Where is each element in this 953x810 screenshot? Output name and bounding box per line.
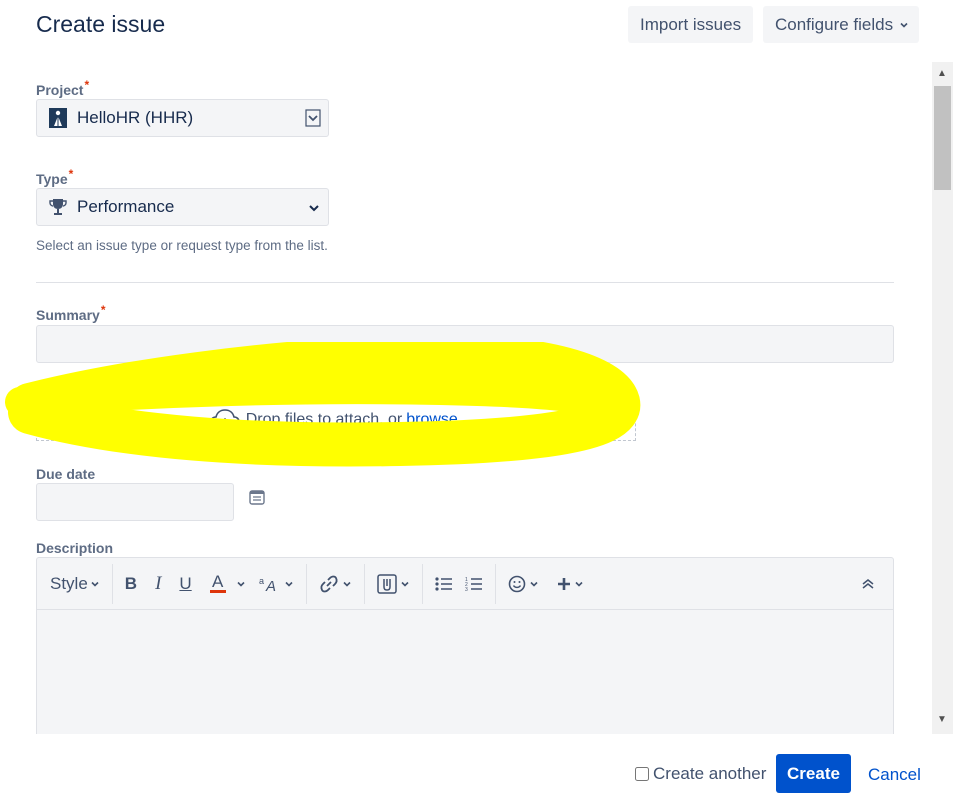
chevron-down-icon xyxy=(307,200,321,220)
italic-button[interactable]: I xyxy=(143,566,173,602)
description-editor[interactable]: Style B I U A a A 1 2 3 xyxy=(36,557,894,734)
summary-label-text: Summary xyxy=(36,307,100,323)
insert-more-button[interactable] xyxy=(545,566,590,602)
svg-text:3: 3 xyxy=(465,587,468,592)
type-help-text: Select an issue type or request type fro… xyxy=(36,238,328,253)
editor-toolbar: Style B I U A a A 1 2 3 xyxy=(37,558,893,610)
toolbar-separator xyxy=(111,563,113,604)
text-style-dropdown[interactable]: Style xyxy=(37,566,106,602)
chevron-down-icon xyxy=(574,579,584,589)
emoji-button[interactable] xyxy=(502,566,545,602)
vertical-scrollbar[interactable]: ▲ ▼ xyxy=(932,62,953,734)
attachment-label: Attachment xyxy=(36,377,114,393)
toolbar-separator xyxy=(305,563,307,604)
text-effects-button[interactable]: a A xyxy=(252,566,300,602)
type-label-text: Type xyxy=(36,171,68,187)
select-caret-icon xyxy=(305,109,321,132)
project-select[interactable]: HelloHR (HHR) xyxy=(36,99,329,137)
required-marker: * xyxy=(100,303,106,317)
scrollbar-thumb[interactable] xyxy=(934,86,951,190)
bullet-list-button[interactable] xyxy=(429,566,459,602)
description-text-area[interactable] xyxy=(37,610,893,734)
underline-button[interactable]: U xyxy=(173,566,197,602)
numbered-list-icon: 1 2 3 xyxy=(465,576,483,592)
form-scroll-area[interactable]: Project* HelloHR (HHR) Type* Performance… xyxy=(0,62,930,734)
chevron-down-icon xyxy=(400,579,410,589)
style-label: Style xyxy=(50,573,88,593)
project-label-text: Project xyxy=(36,82,84,98)
description-label: Description xyxy=(36,540,114,556)
required-marker: * xyxy=(84,78,90,92)
attachment-toolbar-button[interactable] xyxy=(371,566,416,602)
svg-text:a: a xyxy=(259,576,264,586)
configure-fields-label: Configure fields xyxy=(775,14,894,34)
type-select[interactable]: Performance xyxy=(36,188,329,226)
chevrons-up-icon xyxy=(861,578,875,590)
calendar-icon[interactable] xyxy=(248,488,266,511)
scroll-up-icon[interactable]: ▲ xyxy=(937,68,947,79)
cloud-upload-icon xyxy=(209,408,240,432)
trophy-icon xyxy=(49,197,67,217)
chevron-down-icon xyxy=(90,579,100,589)
chevron-down-icon xyxy=(236,579,246,589)
text-color-icon: A xyxy=(209,572,226,593)
chevron-down-icon xyxy=(899,15,909,35)
dialog-title: Create issue xyxy=(36,11,166,37)
svg-text:A: A xyxy=(265,578,276,593)
required-marker: * xyxy=(68,167,74,181)
create-another-option[interactable]: Create another xyxy=(635,764,766,784)
dropzone-text: Drop files to attach, or xyxy=(245,411,403,428)
configure-fields-button[interactable]: Configure fields xyxy=(763,6,920,43)
collapse-toolbar-button[interactable] xyxy=(855,566,881,602)
text-effects-icon: a A xyxy=(258,575,282,593)
browse-link[interactable]: browse. xyxy=(406,411,462,429)
section-divider xyxy=(36,282,894,283)
attachment-dropzone[interactable]: Drop files to attach, or browse. xyxy=(36,399,636,441)
scroll-down-icon[interactable]: ▼ xyxy=(937,714,947,725)
type-value: Performance xyxy=(77,197,175,216)
project-value: HelloHR (HHR) xyxy=(77,108,194,127)
plus-icon xyxy=(557,577,571,591)
project-avatar-icon xyxy=(49,108,67,128)
chevron-down-icon xyxy=(342,579,352,589)
bold-icon: B xyxy=(124,573,138,593)
underline-icon: U xyxy=(179,573,192,593)
cancel-button[interactable]: Cancel xyxy=(868,765,921,785)
create-button[interactable]: Create xyxy=(776,754,851,793)
text-color-button[interactable]: A xyxy=(198,566,252,602)
create-another-checkbox[interactable] xyxy=(635,767,649,781)
bullet-list-icon xyxy=(435,576,453,592)
numbered-list-button[interactable]: 1 2 3 xyxy=(459,566,489,602)
paperclip-icon xyxy=(376,573,397,594)
summary-input[interactable] xyxy=(36,325,894,363)
chevron-down-icon xyxy=(284,579,294,589)
project-label: Project* xyxy=(36,78,89,98)
text-color-glyph: A xyxy=(212,572,224,591)
link-button[interactable] xyxy=(313,566,358,602)
create-another-label: Create another xyxy=(653,764,767,783)
toolbar-separator xyxy=(421,563,423,604)
emoji-icon xyxy=(508,575,526,593)
summary-label: Summary* xyxy=(36,303,105,323)
import-issues-button[interactable]: Import issues xyxy=(628,6,754,43)
italic-icon: I xyxy=(155,572,162,594)
type-label: Type* xyxy=(36,167,73,187)
due-date-label: Due date xyxy=(36,466,96,482)
due-date-input[interactable] xyxy=(36,483,234,521)
toolbar-separator xyxy=(363,563,365,604)
toolbar-separator xyxy=(494,563,496,604)
link-icon xyxy=(319,574,339,594)
chevron-down-icon xyxy=(529,579,539,589)
bold-button[interactable]: B xyxy=(119,566,143,602)
